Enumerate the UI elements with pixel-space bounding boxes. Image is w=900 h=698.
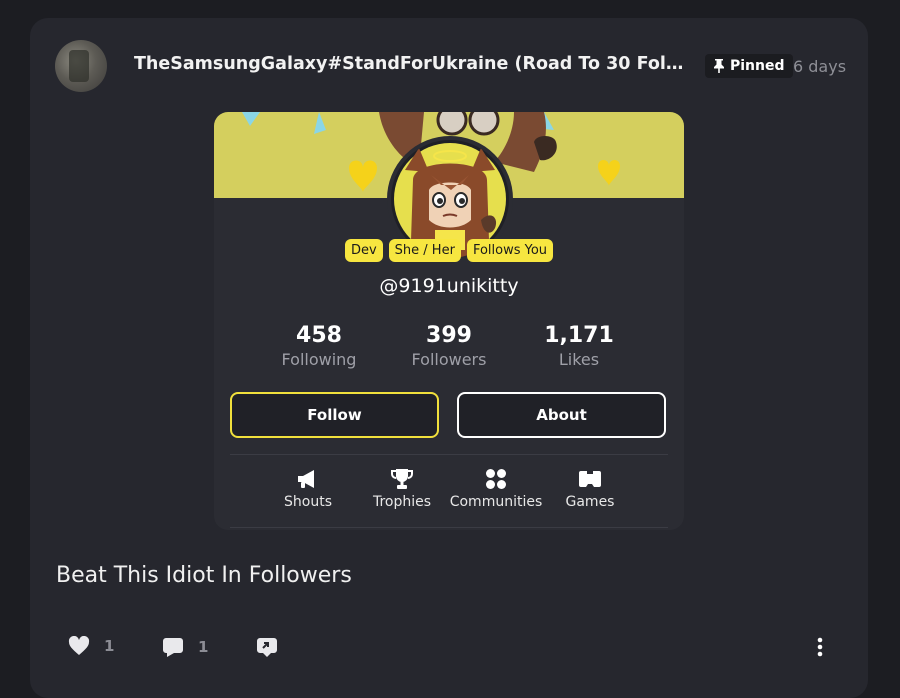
pinned-label: Pinned bbox=[730, 58, 785, 74]
author-avatar[interactable] bbox=[55, 40, 107, 92]
profile-card[interactable]: Dev She / Her Follows You @9191unikitty … bbox=[214, 112, 684, 530]
comment-icon bbox=[163, 638, 183, 657]
comment-action[interactable]: 1 bbox=[162, 636, 208, 658]
nav-trophies-label: Trophies bbox=[372, 494, 432, 510]
more-vertical-icon bbox=[817, 637, 823, 657]
like-action[interactable]: 1 bbox=[68, 636, 114, 656]
share-action[interactable] bbox=[256, 636, 278, 658]
nav-communities-label: Communities bbox=[449, 494, 543, 510]
tag-dev: Dev bbox=[344, 239, 383, 262]
likes-label: Likes bbox=[558, 350, 600, 369]
tag-follows-you: Follows You bbox=[466, 239, 554, 262]
heart-icon bbox=[68, 636, 90, 655]
share-icon bbox=[257, 638, 277, 657]
profile-handle: @9191unikitty bbox=[379, 275, 519, 297]
about-button[interactable]: About bbox=[457, 392, 666, 438]
pin-icon bbox=[714, 59, 724, 73]
divider bbox=[230, 527, 668, 528]
profile-tags: Dev She / Her Follows You bbox=[214, 239, 684, 262]
trophy-icon bbox=[391, 469, 413, 489]
stat-following[interactable]: 458 Following bbox=[259, 323, 379, 369]
followers-label: Followers bbox=[411, 350, 487, 369]
pinned-badge: Pinned bbox=[705, 54, 793, 78]
followers-count: 399 bbox=[426, 323, 472, 348]
more-options-button[interactable] bbox=[812, 636, 828, 662]
divider bbox=[230, 454, 668, 455]
gamepad-icon bbox=[579, 471, 601, 487]
following-count: 458 bbox=[296, 323, 342, 348]
nav-communities[interactable]: Communities bbox=[449, 468, 543, 510]
likes-count: 1,171 bbox=[544, 323, 614, 348]
nav-games-label: Games bbox=[565, 494, 615, 510]
post-timestamp: 6 days bbox=[793, 57, 847, 76]
nav-shouts[interactable]: Shouts bbox=[261, 468, 355, 510]
stat-followers[interactable]: 399 Followers bbox=[389, 323, 509, 369]
nav-shouts-label: Shouts bbox=[284, 494, 332, 510]
tag-pronouns: She / Her bbox=[388, 239, 461, 262]
post-body: Beat This Idiot In Followers bbox=[56, 563, 352, 588]
comment-count: 1 bbox=[198, 638, 209, 656]
author-name[interactable]: TheSamsungGalaxy#StandForUkraine (Road T… bbox=[134, 54, 684, 74]
following-label: Following bbox=[281, 350, 357, 369]
megaphone-icon bbox=[298, 470, 314, 488]
follow-button[interactable]: Follow bbox=[230, 392, 439, 438]
communities-icon bbox=[486, 469, 506, 489]
nav-trophies[interactable]: Trophies bbox=[355, 468, 449, 510]
stat-likes[interactable]: 1,171 Likes bbox=[519, 323, 639, 369]
nav-games[interactable]: Games bbox=[543, 468, 637, 510]
like-count: 1 bbox=[104, 637, 115, 655]
